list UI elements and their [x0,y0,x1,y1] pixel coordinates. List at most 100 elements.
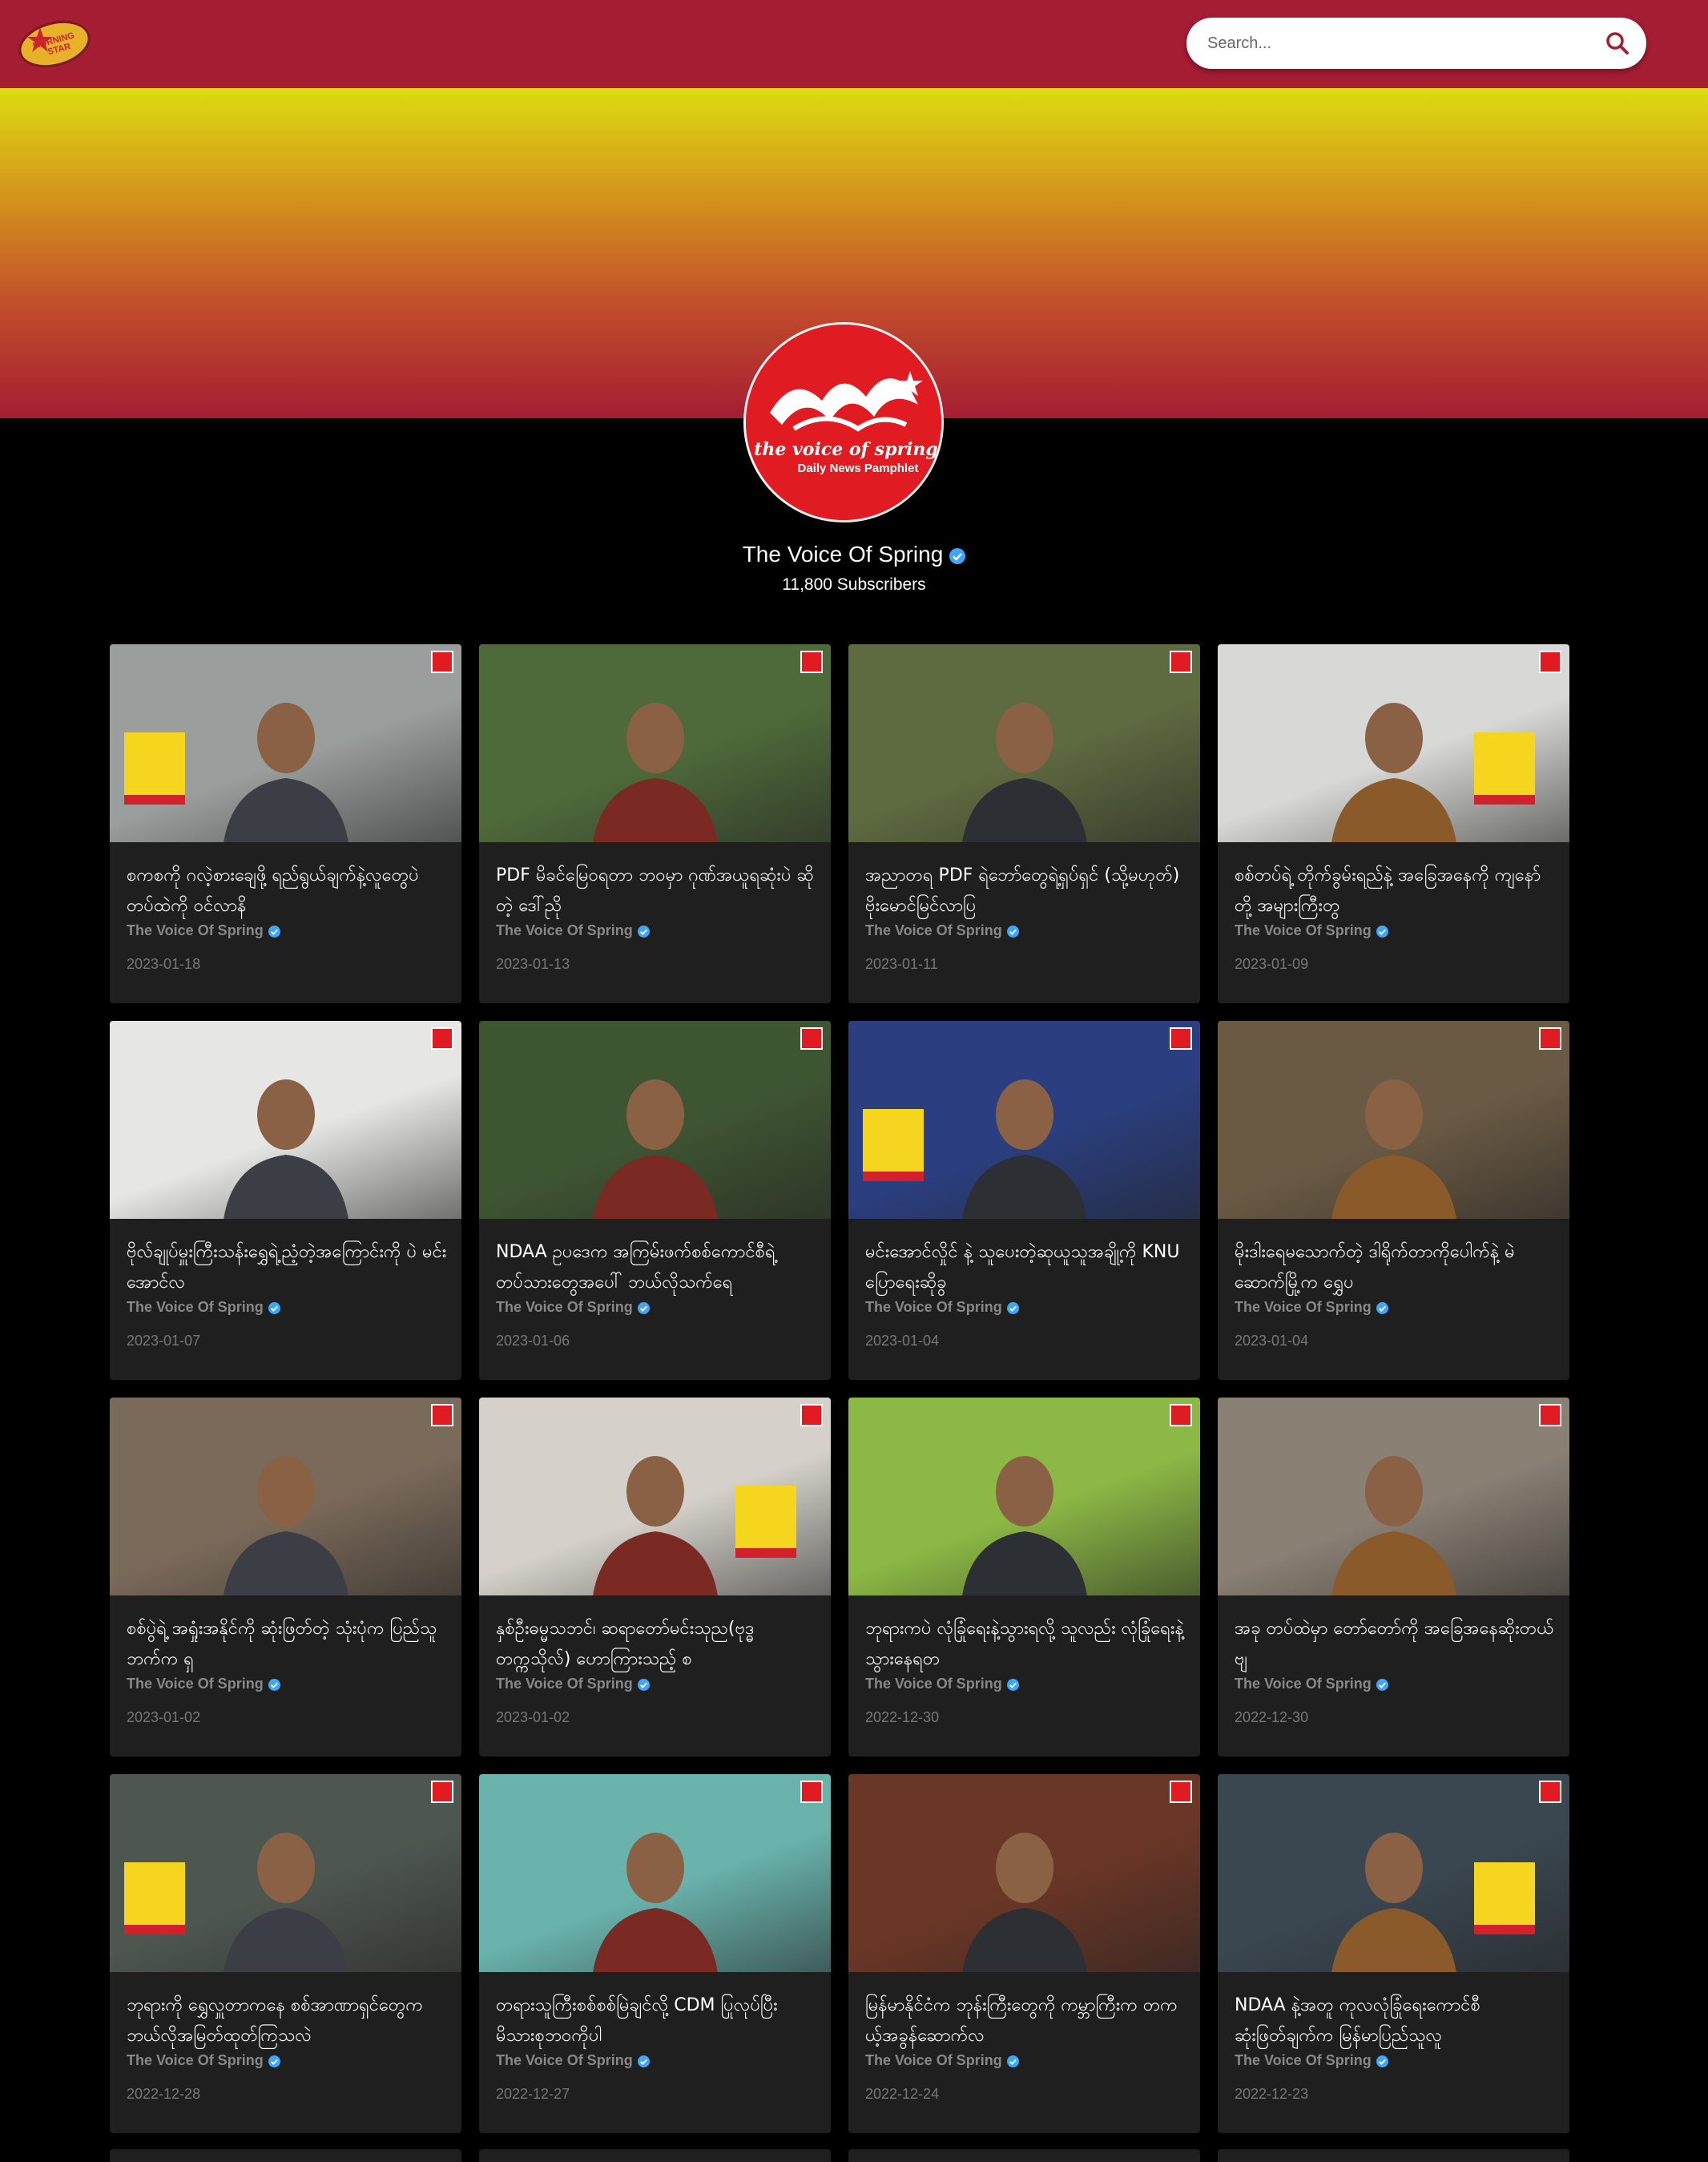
video-title[interactable]: PDF မိခင်မြေဝရတာ ဘဝမှာ ဂုဏ်အယူရဆုံးပဲ ဆိ… [496,861,816,922]
video-channel[interactable]: The Voice Of Spring [496,2052,650,2069]
video-card-partial[interactable] [479,2149,831,2162]
video-channel[interactable]: The Voice Of Spring [127,1676,280,1692]
video-channel[interactable]: The Voice Of Spring [1235,1676,1388,1692]
video-title[interactable]: NDAA နဲ့အတူ ကုလလုံခြုံရေးကောင်စီ ဆုံးဖြတ… [1235,1991,1555,2051]
video-card[interactable]: အညာတရ PDF ရဲဘော်တွေရဲ့ရှပ်ရှင် (သို့မဟုတ… [848,644,1200,1003]
video-channel[interactable]: The Voice Of Spring [1235,1299,1388,1316]
video-thumbnail[interactable] [1218,1774,1569,1972]
video-card[interactable]: စစ်တပ်ရဲ့ တိုက်ခွမ်းရည်နဲ့ အခြေအနေကို ကျ… [1218,644,1569,1003]
video-title[interactable]: စစ်တပ်ရဲ့ တိုက်ခွမ်းရည်နဲ့ အခြေအနေကို ကျ… [1235,861,1555,922]
thumbnail-person-image [223,1456,348,1595]
video-title[interactable]: အခု တပ်ထဲမှာ တော်တော်ကို အခြေအနေဆိုးတယ်ဗ… [1235,1614,1555,1675]
video-thumbnail[interactable] [110,1398,461,1595]
verified-icon [1006,1301,1019,1314]
video-thumbnail[interactable] [848,1021,1200,1219]
video-channel[interactable]: The Voice Of Spring [1235,2052,1388,2069]
video-thumbnail[interactable] [848,644,1200,842]
video-title[interactable]: ဗိုလ်ချုပ်မှူးကြီးသန်းရွှေရဲ့ညံ့တဲ့အကြော… [127,1237,447,1298]
video-date: 2023-01-09 [1235,956,1309,972]
search-input[interactable] [1207,18,1584,69]
video-thumbnail[interactable] [479,1021,831,1219]
video-channel[interactable]: The Voice Of Spring [865,922,1019,939]
video-thumbnail[interactable] [848,1398,1200,1595]
video-channel[interactable]: The Voice Of Spring [127,1299,280,1316]
video-channel-name: The Voice Of Spring [127,2052,264,2068]
video-card[interactable]: မိုးဒါးရေမသောက်တဲ့ ဒါရိုက်တာကိုပေါက်နဲ့ … [1218,1021,1569,1380]
thumbnail-person-image [592,1456,718,1595]
video-title[interactable]: အညာတရ PDF ရဲဘော်တွေရဲ့ရှပ်ရှင် (သို့မဟုတ… [865,861,1186,922]
channel-watermark-icon [800,1027,823,1050]
video-channel[interactable]: The Voice Of Spring [496,1299,650,1316]
thumbnail-person-image [961,1456,1087,1595]
video-card[interactable]: PDF မိခင်မြေဝရတာ ဘဝမှာ ဂုဏ်အယူရဆုံးပဲ ဆိ… [479,644,831,1003]
video-card[interactable]: ဗိုလ်ချုပ်မှူးကြီးသန်းရွှေရဲ့ညံ့တဲ့အကြော… [110,1021,461,1380]
video-card[interactable]: ဘုရားကပဲ လုံခြုံရေးနဲ့သွားရလို့ သူလည်း လ… [848,1398,1200,1757]
video-card[interactable]: NDAA ဥပဒေက အကြမ်းဖက်စစ်ကောင်စီရဲ့ တပ်သား… [479,1021,831,1380]
video-channel[interactable]: The Voice Of Spring [496,1676,650,1692]
thumbnail-person-image [223,1079,348,1219]
video-card-partial[interactable] [1218,2149,1569,2162]
search-box[interactable] [1186,18,1646,69]
video-date: 2023-01-13 [496,956,570,972]
avatar-title: the voice of spring [754,439,938,460]
channel-watermark-icon [800,651,823,673]
video-title[interactable]: တရားသူကြီးစစ်စစ်မြဲချင်လို့ CDM ပြုလုပ်ပ… [496,1991,816,2051]
thumbnail-caption-tag [1474,732,1535,805]
video-channel[interactable]: The Voice Of Spring [127,2052,280,2069]
video-channel[interactable]: The Voice Of Spring [496,922,650,939]
channel-watermark-icon [1539,1781,1561,1803]
video-thumbnail[interactable] [1218,1021,1569,1219]
video-thumbnail[interactable] [479,1398,831,1595]
video-channel[interactable]: The Voice Of Spring [865,2052,1019,2069]
video-card[interactable]: အခု တပ်ထဲမှာ တော်တော်ကို အခြေအနေဆိုးတယ်ဗ… [1218,1398,1569,1757]
channel-watermark-icon [800,1404,823,1426]
video-card[interactable]: စကစကို ဂလဲ့စားချေဖို့ ရည်ရွယ်ချက်နဲ့လူတွ… [110,644,461,1003]
video-card[interactable]: ဘုရားကို ရွှေလှူတာကနေ စစ်အာဏာရှင်တွေက ဘယ… [110,1774,461,2133]
video-title[interactable]: ဘုရားကို ရွှေလှူတာကနေ စစ်အာဏာရှင်တွေက ဘယ… [127,1991,447,2051]
video-channel[interactable]: The Voice Of Spring [127,922,280,939]
channel-watermark-icon [1170,651,1192,673]
video-date: 2023-01-11 [865,956,938,972]
video-title[interactable]: မင်းအောင်လှိုင် နဲ့ သူပေးတဲ့ဆုယူသူအချို့… [865,1237,1186,1298]
verified-icon [1376,2055,1388,2067]
video-title[interactable]: စကစကို ဂလဲ့စားချေဖို့ ရည်ရွယ်ချက်နဲ့လူတွ… [127,861,447,922]
video-date: 2022-12-28 [127,2086,201,2102]
video-card-partial[interactable] [110,2149,461,2162]
video-title[interactable]: မြန်မာနိုင်ငံက ဘုန်းကြီးတွေကို ကမ္ဘာကြီး… [865,1991,1186,2051]
video-thumbnail[interactable] [479,644,831,842]
video-thumbnail[interactable] [110,644,461,842]
video-title[interactable]: စစ်ပွဲရဲ့ အရှုံးအနိုင်ကို ဆုံးဖြတ်တဲ့ သု… [127,1614,447,1675]
verified-icon [268,925,280,938]
video-title[interactable]: မိုးဒါးရေမသောက်တဲ့ ဒါရိုက်တာကိုပေါက်နဲ့ … [1235,1237,1555,1298]
video-thumbnail[interactable] [479,1774,831,1972]
video-title[interactable]: ဘုရားကပဲ လုံခြုံရေးနဲ့သွားရလို့ သူလည်း လ… [865,1614,1186,1675]
video-thumbnail[interactable] [110,1021,461,1219]
video-thumbnail[interactable] [1218,1398,1569,1595]
video-card-partial[interactable] [848,2149,1200,2162]
video-title[interactable]: နှစ်ဦးဓမ္မသဘင်၊ ဆရာတော်မင်းသုည(ဗုဒ္ဓတက္က… [496,1614,816,1675]
channel-watermark-icon [431,1404,453,1426]
video-channel-name: The Voice Of Spring [127,1676,264,1692]
morning-star-logo[interactable]: MORNING STAR [16,18,93,71]
video-card[interactable]: မင်းအောင်လှိုင် နဲ့ သူပေးတဲ့ဆုယူသူအချို့… [848,1021,1200,1380]
video-channel[interactable]: The Voice Of Spring [865,1676,1019,1692]
video-channel[interactable]: The Voice Of Spring [865,1299,1019,1316]
channel-watermark-icon [431,651,453,673]
video-card[interactable]: NDAA နဲ့အတူ ကုလလုံခြုံရေးကောင်စီ ဆုံးဖြတ… [1218,1774,1569,2133]
video-channel[interactable]: The Voice Of Spring [1235,922,1388,939]
video-card[interactable]: မြန်မာနိုင်ငံက ဘုန်းကြီးတွေကို ကမ္ဘာကြီး… [848,1774,1200,2133]
video-grid: စကစကို ဂလဲ့စားချေဖို့ ရည်ရွယ်ချက်နဲ့လူတွ… [110,644,1571,2133]
video-title[interactable]: NDAA ဥပဒေက အကြမ်းဖက်စစ်ကောင်စီရဲ့ တပ်သား… [496,1237,816,1298]
video-thumbnail[interactable] [848,1774,1200,1972]
video-thumbnail[interactable] [1218,644,1569,842]
channel-watermark-icon [1539,1404,1561,1426]
video-thumbnail[interactable] [110,1774,461,1972]
video-date: 2023-01-06 [496,1333,570,1349]
video-card[interactable]: တရားသူကြီးစစ်စစ်မြဲချင်လို့ CDM ပြုလုပ်ပ… [479,1774,831,2133]
verified-icon [268,1301,280,1314]
search-icon[interactable] [1603,29,1632,58]
channel-watermark-icon [800,1781,823,1803]
video-card[interactable]: နှစ်ဦးဓမ္မသဘင်၊ ဆရာတော်မင်းသုည(ဗုဒ္ဓတက္က… [479,1398,831,1757]
thumbnail-person-image [961,703,1087,842]
video-card[interactable]: စစ်ပွဲရဲ့ အရှုံးအနိုင်ကို ဆုံးဖြတ်တဲ့ သု… [110,1398,461,1757]
